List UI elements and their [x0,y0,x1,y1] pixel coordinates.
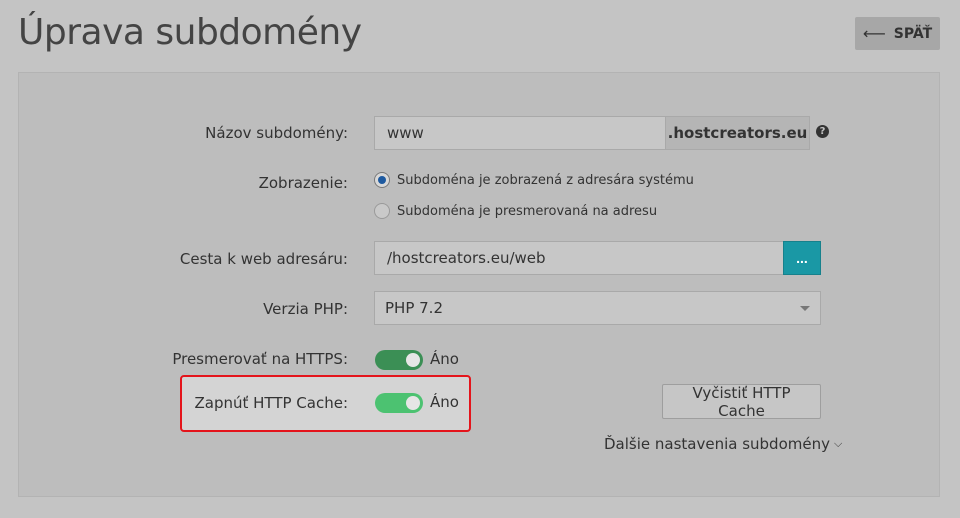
web-path-label: Cesta k web adresáru: [179,250,348,268]
php-version-select[interactable]: PHP 7.2 [374,291,821,325]
subdomain-input[interactable]: www [374,116,666,150]
http-cache-toggle[interactable] [375,393,423,413]
subdomain-label: Názov subdomény: [205,124,348,142]
radio-option-redirect[interactable]: Subdoména je presmerovaná na adresu [374,203,657,219]
chevron-down-icon: ⌵ [833,437,843,450]
more-settings-label: Ďalšie nastavenia subdomény [604,435,830,453]
toggle-knob [406,353,420,367]
http-cache-label: Zapnúť HTTP Cache: [194,394,348,412]
https-state-label: Áno [430,350,459,368]
php-version-value: PHP 7.2 [385,299,443,317]
radio-label: Subdoména je presmerovaná na adresu [397,203,658,219]
web-path-input[interactable]: /hostcreators.eu/web [374,241,784,275]
display-label: Zobrazenie: [258,174,348,192]
php-version-label: Verzia PHP: [263,300,348,318]
more-settings-link[interactable]: Ďalšie nastavenia subdomény ⌵ [604,435,842,453]
radio-unchecked-icon[interactable] [374,203,390,219]
caret-down-icon [800,306,810,311]
back-button-label: SPÄŤ [893,25,933,42]
help-icon[interactable]: ? [816,125,829,138]
page-title: Úprava subdomény [18,12,362,53]
https-toggle[interactable] [375,350,423,370]
browse-button[interactable]: ... [783,241,821,275]
arrow-left-icon: ⟵ [862,24,886,43]
https-label: Presmerovať na HTTPS: [172,350,348,368]
toggle-knob [406,396,420,410]
radio-option-system-dir[interactable]: Subdoména je zobrazená z adresára systém… [374,172,694,188]
domain-suffix: .hostcreators.eu [665,116,810,150]
clear-http-cache-button[interactable]: Vyčistiť HTTP Cache [662,384,821,420]
back-button[interactable]: ⟵ SPÄŤ [855,17,940,50]
radio-label: Subdoména je zobrazená z adresára systém… [397,172,694,188]
http-cache-state-label: Áno [430,393,459,411]
radio-checked-icon[interactable] [374,172,390,188]
